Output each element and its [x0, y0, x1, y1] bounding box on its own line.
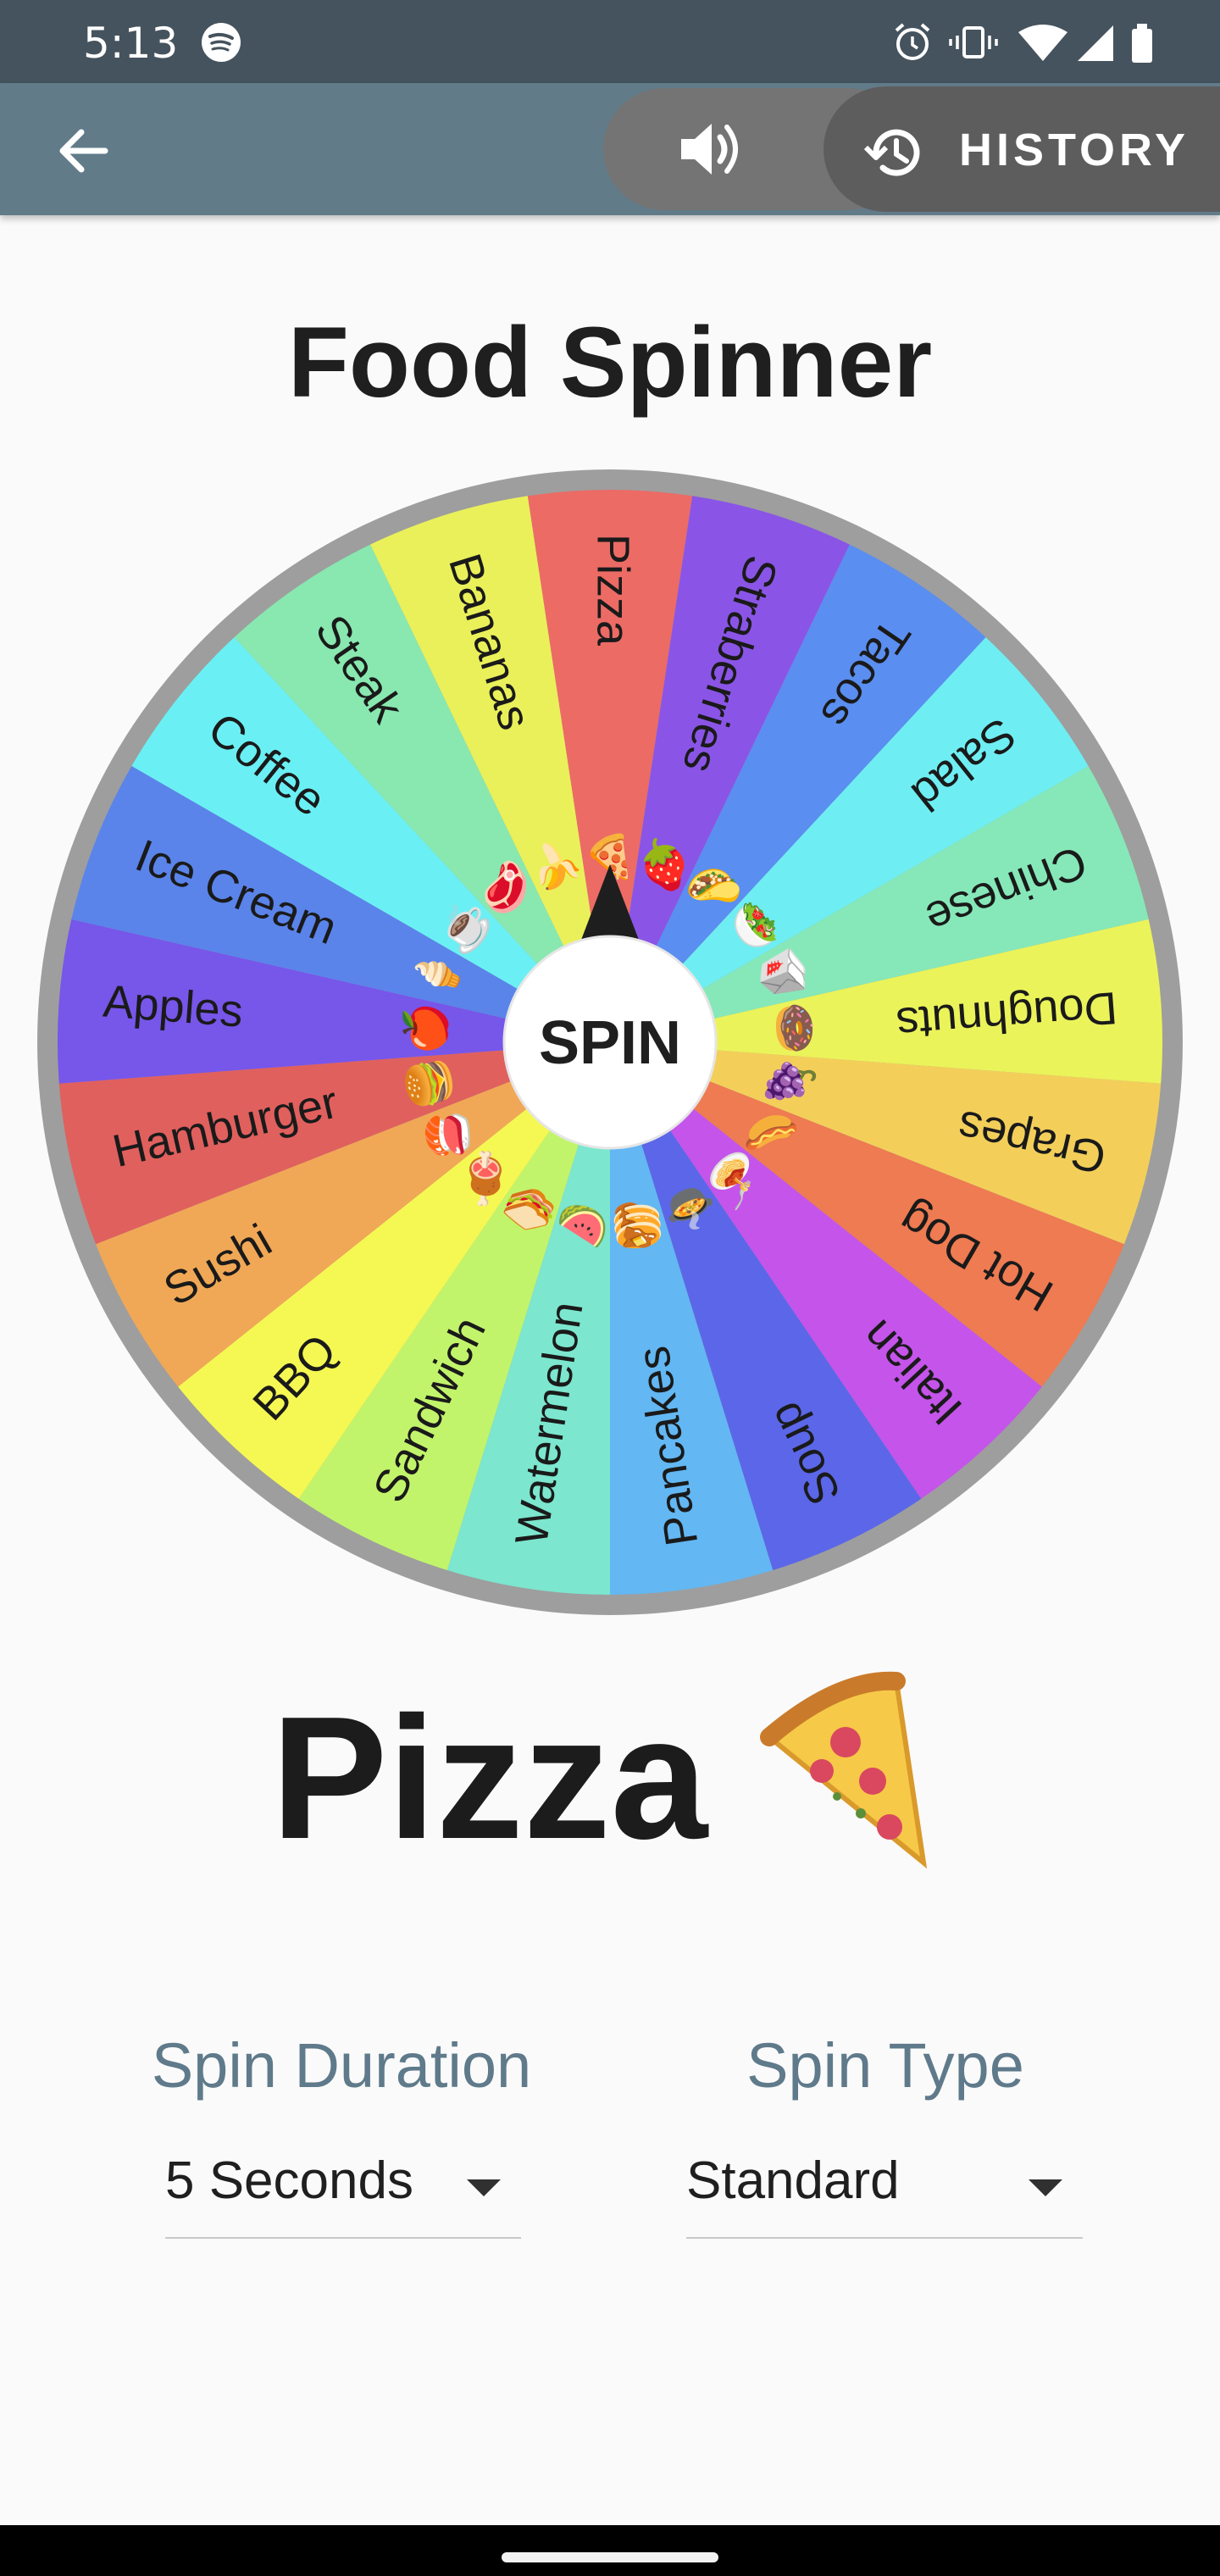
- spin-type-label: Spin Type: [746, 2030, 1024, 2101]
- segment-food-icon: 🍉: [552, 1198, 612, 1253]
- page-title: Food Spinner: [287, 307, 933, 419]
- status-bar: 5:13: [0, 0, 1220, 83]
- dropdown-arrow-icon: [1029, 2179, 1062, 2196]
- dropdown-arrow-icon: [467, 2179, 501, 2196]
- spin-duration-label: Spin Duration: [151, 2030, 532, 2101]
- segment-label-text: Apples: [102, 976, 245, 1037]
- spotify-icon: [202, 23, 241, 62]
- segment-label-text: Pizza: [588, 534, 639, 647]
- pizza-icon: [760, 1671, 928, 1869]
- app-bar: HISTORY: [0, 83, 1220, 215]
- status-time: 5:13: [83, 19, 179, 68]
- segment-food-icon: 🍩: [769, 1001, 820, 1057]
- spin-duration-select[interactable]: 5 Seconds: [165, 2144, 521, 2239]
- history-icon: [863, 129, 920, 176]
- wifi-icon: [1018, 25, 1068, 61]
- result-text: Pizza: [271, 1680, 708, 1875]
- battery-icon: [1132, 24, 1152, 63]
- history-button[interactable]: HISTORY: [824, 86, 1220, 212]
- navigation-bar: [0, 2525, 1220, 2576]
- status-icons: [895, 23, 1152, 63]
- signal-icon: [1078, 25, 1113, 61]
- spin-type-value: Standard: [686, 2151, 900, 2210]
- spinner-wheel[interactable]: Pizza🍕Straberries🍓Tacos🌮Salad🥗 Chinese🥡Do…: [34, 466, 1186, 1618]
- history-label: HISTORY: [959, 125, 1190, 175]
- arrow-left-icon: [59, 129, 108, 173]
- segment-food-icon: 🍎: [398, 1000, 451, 1056]
- vibrate-icon: [949, 26, 998, 58]
- spin-type-select[interactable]: Standard: [686, 2144, 1083, 2239]
- volume-icon[interactable]: [678, 119, 749, 180]
- back-button[interactable]: [49, 117, 117, 185]
- spin-button-label[interactable]: SPIN: [539, 1009, 681, 1077]
- alarm-icon: [895, 23, 930, 60]
- home-handle[interactable]: [502, 2552, 718, 2562]
- spin-duration-value: 5 Seconds: [165, 2151, 413, 2210]
